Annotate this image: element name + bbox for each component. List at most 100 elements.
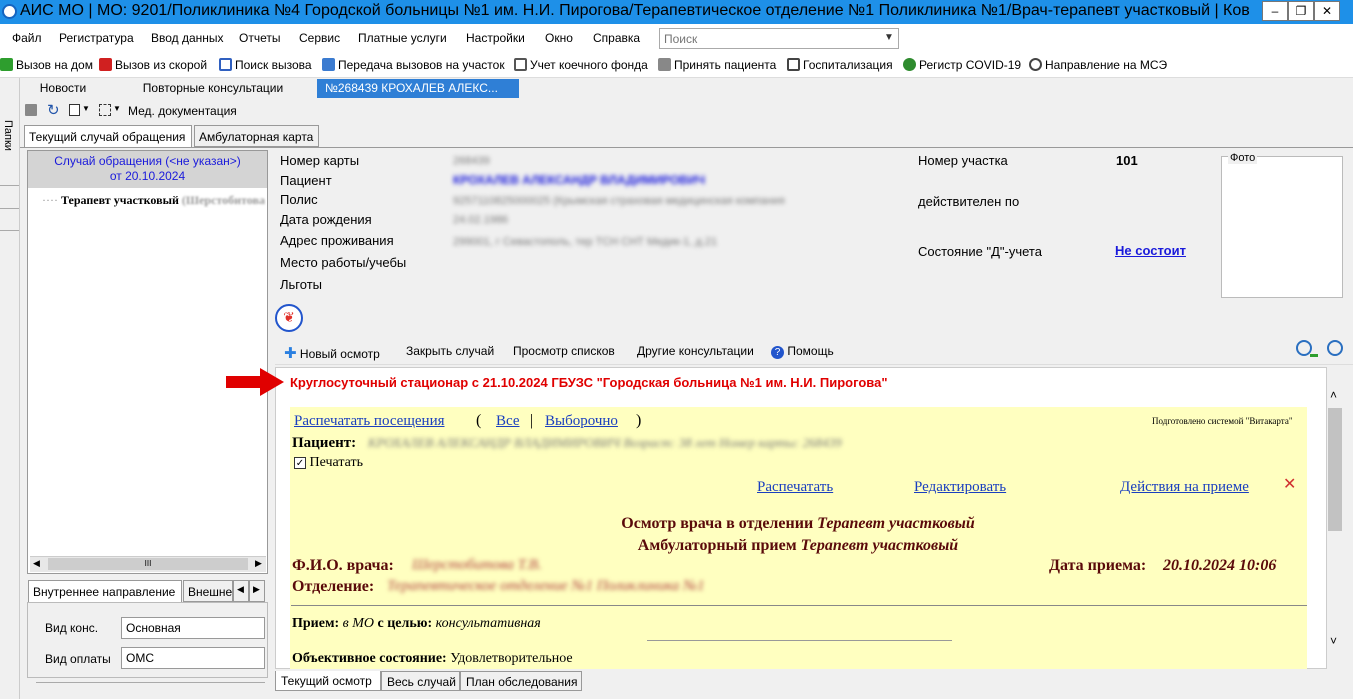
other-consultations-button[interactable]: Другие консультации: [637, 344, 754, 358]
new-exam-button[interactable]: ✚ Новый осмотр: [284, 344, 380, 362]
ambulance-call-button[interactable]: Вызов из скорой: [99, 58, 207, 72]
patient-label: Пациент: [280, 173, 332, 188]
dept-label: Отделение:: [292, 578, 375, 595]
tree-item-therapist[interactable]: ···· Терапевт участковый (Шерстобитова: [42, 193, 266, 208]
hospitalization-icon: [787, 58, 800, 71]
chevron-left-icon[interactable]: ◀: [233, 580, 249, 602]
print-visits-link[interactable]: Распечатать посещения: [294, 413, 445, 430]
mse-icon: [1029, 58, 1042, 71]
horizontal-scrollbar[interactable]: ◀ III ▶: [30, 556, 266, 572]
divider: [291, 605, 1307, 606]
bed-fund-button[interactable]: Учет коечного фонда: [514, 58, 648, 72]
chevron-up-icon[interactable]: ˄: [1330, 388, 1337, 402]
chevron-right-icon[interactable]: ▶: [255, 558, 262, 569]
print-link[interactable]: Распечатать: [757, 479, 833, 496]
view-lists-button[interactable]: Просмотр списков: [513, 344, 615, 358]
menu-file[interactable]: Файл: [12, 31, 42, 45]
minimize-button[interactable]: –: [1262, 1, 1288, 21]
policy-label: Полис: [280, 192, 318, 207]
scroll-thumb[interactable]: [1328, 408, 1342, 531]
home-call-button[interactable]: Вызов на дом: [0, 58, 93, 72]
menu-registry[interactable]: Регистратура: [59, 31, 134, 45]
chevron-left-icon[interactable]: ◀: [33, 558, 40, 569]
menu-paid-services[interactable]: Платные услуги: [358, 31, 447, 45]
chevron-down-icon[interactable]: ▼: [82, 104, 90, 113]
hospitalization-button[interactable]: Госпитализация: [787, 58, 893, 72]
close-window-button[interactable]: ✕: [1314, 1, 1340, 21]
case-tree-panel: [27, 150, 268, 574]
tab-current-exam[interactable]: Текущий осмотр: [275, 671, 381, 691]
menu-service[interactable]: Сервис: [299, 31, 340, 45]
search-call-button[interactable]: Поиск вызова: [219, 58, 312, 72]
tab-current-case[interactable]: Текущий случай обращения: [24, 125, 192, 148]
tab-whole-case[interactable]: Весь случай: [381, 671, 460, 691]
district-label: Номер участка: [918, 153, 1008, 168]
selective-link[interactable]: Выборочно: [545, 413, 618, 430]
maximize-button[interactable]: ❐: [1288, 1, 1314, 21]
transfer-calls-button[interactable]: Передача вызовов на участок: [322, 58, 505, 72]
chevron-down-icon[interactable]: ˅: [1330, 634, 1337, 648]
d-status-label: Состояние "Д"-учета: [918, 244, 1042, 259]
menu-window[interactable]: Окно: [545, 31, 573, 45]
red-arrow-icon: [226, 368, 284, 396]
tab-underline: [20, 147, 1353, 148]
search-input[interactable]: [659, 28, 899, 49]
tab-exam-plan[interactable]: План обследования: [460, 671, 582, 691]
accept-patient-icon: [658, 58, 671, 71]
menu-data-input[interactable]: Ввод данных: [151, 31, 224, 45]
save-icon[interactable]: [25, 104, 37, 116]
folders-tab[interactable]: Папки: [2, 120, 14, 151]
tab-news[interactable]: Новости: [20, 79, 106, 98]
all-link[interactable]: Все: [496, 413, 520, 430]
consult-type-field[interactable]: Основная: [121, 617, 265, 639]
tab-external-referral[interactable]: Внешне: [183, 580, 233, 602]
covid-register-button[interactable]: Регистр COVID-19: [903, 58, 1021, 72]
chevron-down-icon[interactable]: ▼: [113, 104, 121, 113]
tab-ambulatory-card[interactable]: Амбулаторная карта: [194, 125, 319, 147]
menu-reports[interactable]: Отчеты: [239, 31, 280, 45]
scroll-thumb[interactable]: III: [48, 558, 248, 570]
actions-link[interactable]: Действия на приеме: [1120, 479, 1249, 496]
payment-type-field[interactable]: ОМС: [121, 647, 265, 669]
refresh-icon[interactable]: ↻: [47, 101, 60, 119]
stationary-alert: Круглосуточный стационар с 21.10.2024 ГБ…: [290, 375, 888, 390]
objective-line: Объективное состояние: Удовлетворительно…: [292, 651, 573, 666]
zoom-out-icon[interactable]: [1327, 340, 1343, 356]
photo-label: Фото: [1228, 152, 1258, 164]
lungs-icon[interactable]: ❦: [275, 304, 303, 332]
separator: |: [530, 412, 534, 429]
layout-icon[interactable]: [99, 104, 111, 116]
help-button[interactable]: ? Помощь: [771, 344, 834, 359]
home-call-icon: [0, 58, 13, 71]
case-header[interactable]: Случай обращения (<не указан>) от 20.10.…: [28, 151, 267, 188]
covid-icon: [903, 58, 916, 71]
date-value: 20.10.2024 10:06: [1163, 557, 1277, 574]
close-case-button[interactable]: Закрыть случай: [406, 344, 494, 358]
menu-help[interactable]: Справка: [593, 31, 640, 45]
patient-line-label: Пациент:: [292, 435, 357, 451]
card-number-label: Номер карты: [280, 153, 360, 168]
help-icon: ?: [771, 346, 784, 359]
delete-icon[interactable]: ✕: [1283, 474, 1296, 494]
chevron-right-icon[interactable]: ▶: [249, 580, 265, 602]
d-status-link[interactable]: Не состоит: [1115, 243, 1186, 258]
photo-box: [1221, 156, 1343, 298]
mse-referral-button[interactable]: Направление на МСЭ: [1029, 58, 1167, 72]
checkbox-checked-icon[interactable]: ✓: [294, 457, 306, 469]
print-checkbox[interactable]: ✓ Печатать: [294, 455, 363, 471]
birth-date-value: 24.02.1986: [453, 214, 509, 226]
edit-link[interactable]: Редактировать: [914, 479, 1006, 496]
tab-internal-referral[interactable]: Внутреннее направление: [28, 580, 182, 603]
chevron-down-icon[interactable]: ▼: [884, 32, 894, 43]
patient-name-value[interactable]: КРОХАЛЕВ АЛЕКСАНДР ВЛАДИМИРОВИЧ: [453, 173, 705, 187]
paren-open: (: [476, 412, 482, 429]
tab-patient-record[interactable]: №268439 КРОХАЛЕВ АЛЕКС... ✕: [317, 79, 519, 109]
print-icon[interactable]: [69, 104, 80, 116]
tab-repeat-consultations[interactable]: Повторные консультации: [121, 79, 305, 98]
accept-patient-button[interactable]: Принять пациента: [658, 58, 776, 72]
menu-settings[interactable]: Настройки: [466, 31, 525, 45]
zoom-in-handle: [1310, 354, 1318, 357]
divider: [36, 682, 265, 683]
med-docs-button[interactable]: Мед. документация: [128, 104, 237, 118]
doctor-value: Шерстобитова Т.В.: [412, 557, 542, 573]
